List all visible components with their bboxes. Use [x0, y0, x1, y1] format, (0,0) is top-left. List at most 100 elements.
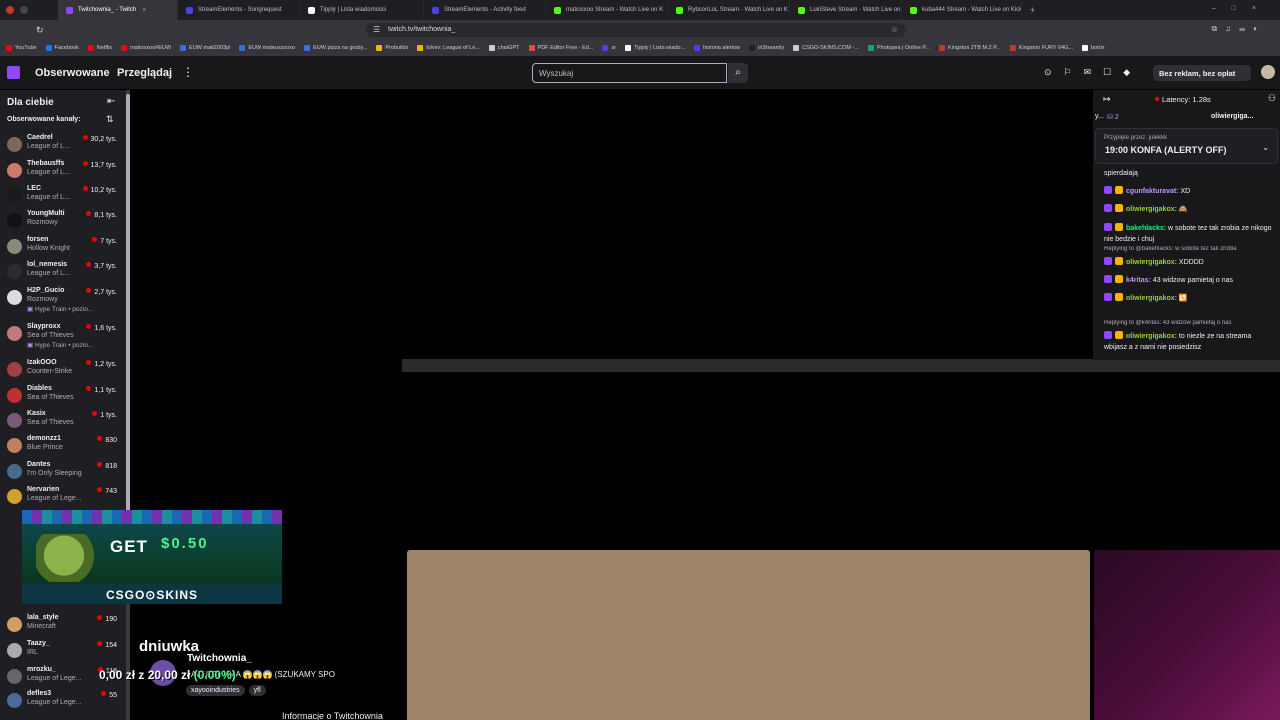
chat-username[interactable]: bakehlacks: — [1126, 225, 1166, 232]
sidebar-channel[interactable]: LEC League of L... 10,2 tys. — [0, 185, 130, 211]
bookmark-favicon-icon — [793, 45, 800, 51]
recommended-stream-thumbnail[interactable] — [407, 550, 1090, 720]
bookmark-item[interactable]: chatGPT — [488, 45, 520, 51]
chat-message[interactable]: bakehlacks: w sobote tez tak zrobia ze n… — [1104, 223, 1274, 245]
browser-tab[interactable]: RybsonLoL Stream - Watch Live on K — [668, 0, 790, 20]
browser-menu-icon[interactable] — [6, 6, 14, 14]
collapse-sidebar-icon[interactable]: ⇤ — [107, 96, 115, 107]
chevron-down-icon[interactable]: ⌄ — [1262, 143, 1269, 152]
url-field[interactable]: ☰ twitch.tv/twitchownia_ ☆ — [366, 23, 906, 37]
bookmark-item[interactable]: botrix — [1082, 45, 1104, 51]
sidebar-channel[interactable]: demonzz1 Blue Prince 830 — [0, 435, 130, 461]
bookmark-item[interactable]: historia alertow — [694, 45, 740, 51]
chat-message[interactable]: cgunfakturavat: XD — [1104, 186, 1274, 197]
bookmark-item[interactable]: CSGO-SKINS.COM -... — [793, 45, 859, 51]
sidebar-channel[interactable]: Diables Sea of Thieves 1,1 tys. — [0, 385, 130, 411]
sidebar-channel[interactable]: forsen Hollow Knight 7 tys. — [0, 236, 130, 262]
recommended-stream-thumbnail[interactable] — [1094, 550, 1280, 720]
close-tab-icon[interactable]: × — [142, 7, 146, 14]
sidebar-channel[interactable]: Caedrel League of L... 30,2 tys. — [0, 134, 130, 160]
bookmark-item[interactable]: PDF Editor Free - Ed... — [528, 45, 593, 51]
sidebar-channel[interactable]: Nervarien League of Lege... 743 — [0, 486, 130, 512]
pinned-message[interactable]: Przypięte przez: julekkk 19:00 KONFA (AL… — [1095, 128, 1278, 164]
new-tab-button[interactable]: + — [1022, 5, 1043, 15]
bookmark-item[interactable]: inStreamly — [749, 45, 784, 51]
window-controls[interactable]: –□× — [1212, 5, 1272, 12]
csgo-skins-ad[interactable]: GET $0.50 CSGO⊙SKINS — [22, 510, 282, 604]
browser-tab[interactable]: StreamElements - Songrequest — [178, 0, 300, 20]
video-seek-bar[interactable] — [402, 359, 1280, 372]
stream-tag[interactable]: xayooindustries — [186, 685, 245, 696]
chat-message[interactable]: oliwiergigakox: XDDDD — [1104, 257, 1274, 268]
extension-icons[interactable]: ⧉♫☰◐ — [1211, 24, 1266, 34]
sidebar-channel[interactable]: Thebausffs League of L... 13,7 tys. — [0, 160, 130, 186]
gift-leaderboard[interactable]: y... ⛁ 2 oliwiergiga... — [1093, 111, 1280, 125]
bookmark-item[interactable]: YouTube — [6, 45, 37, 51]
browser-tab[interactable]: Twitchownia_ - Twitch × — [58, 0, 178, 20]
bookmark-item[interactable]: Photopea | Online P... — [867, 45, 930, 51]
reply-context[interactable]: Replying to @k4ritas: 43 widzow pamietaj… — [1104, 320, 1276, 326]
reload-icon[interactable]: ↻ — [36, 25, 44, 36]
search-input[interactable]: Wyszukaj — [532, 63, 727, 83]
chat-username[interactable]: cgunfakturavat: — [1126, 188, 1179, 195]
bookmark-item[interactable]: EUW pizza na gruby... — [304, 45, 367, 51]
collapse-chat-icon[interactable]: ↦ — [1103, 94, 1111, 105]
bookmark-item[interactable]: Kingston 2TB M.2 P... — [938, 45, 1001, 51]
browser-tab[interactable]: matiosxoo Stream - Watch Live on K — [546, 0, 668, 20]
user-avatar[interactable] — [1261, 65, 1275, 79]
channel-name[interactable]: Twitchownia_ — [187, 653, 252, 664]
nav-browse[interactable]: Przeglądaj — [117, 67, 172, 79]
search-button[interactable]: ⌕ — [728, 63, 748, 83]
sidebar-channel[interactable]: YoungMulti Rozmowy 8,1 tys. — [0, 210, 130, 236]
bookmark-item[interactable]: EUW mateuszxoxo — [239, 45, 295, 51]
sort-icon[interactable]: ⇅ — [106, 114, 114, 125]
chat-username[interactable]: oliwiergigakox: — [1126, 333, 1177, 340]
stream-tag[interactable]: yfl — [248, 685, 266, 696]
chat-text: 43 widzow pamietaj o nas — [1152, 277, 1234, 284]
close-tab-icon[interactable] — [20, 6, 28, 14]
bookmark-item[interactable]: Tipply | Lista wiado... — [625, 45, 685, 51]
chat-message[interactable]: oliwiergigakox: to niezle ze na streama … — [1104, 331, 1274, 353]
sidebar-channel[interactable]: lala_style Minecraft 190 — [0, 614, 130, 640]
bookmark-item[interactable]: Kingston FURY 64G... — [1009, 45, 1073, 51]
sidebar-channel[interactable]: IzakOOO Counter-Strike 1,2 tys. — [0, 359, 130, 385]
more-icon[interactable]: ⋮ — [182, 65, 194, 79]
sidebar-channel[interactable]: lol_nemesis League of L... 3,7 tys. — [0, 261, 130, 287]
browser-tab[interactable]: Tipply | Lista wiadomości — [300, 0, 424, 20]
twitch-logo-icon[interactable] — [7, 66, 20, 79]
channel-avatar — [7, 438, 22, 453]
nav-following[interactable]: Obserwowane — [35, 67, 110, 79]
chat-username[interactable]: oliwiergigakox: — [1126, 206, 1177, 213]
browser-tab[interactable]: LukiSteve Stream - Watch Live on Kic — [790, 0, 902, 20]
bookmark-item[interactable]: lolvvv: League of Le... — [417, 45, 480, 51]
sidebar-channel[interactable]: defles3 League of Lege... 55 — [0, 690, 130, 716]
bookmark-item[interactable]: EUW mati2003pl — [180, 45, 230, 51]
browser-tab[interactable]: kuba444 Stream - Watch Live on Kick — [902, 0, 1022, 20]
bookmark-item[interactable]: matiosxoo#EUW — [121, 45, 171, 51]
sidebar-channel[interactable]: Dantes I'm Only Sleeping 818 — [0, 461, 130, 487]
bookmark-item[interactable]: Probuilds — [376, 45, 408, 51]
chat-username[interactable]: k4ritas: — [1126, 277, 1151, 284]
chat-username[interactable]: oliwiergigakox: — [1126, 295, 1177, 302]
chat-message[interactable]: spierdalają — [1104, 168, 1274, 179]
chat-username[interactable]: oliwiergigakox: — [1126, 259, 1177, 266]
reply-context[interactable]: Replying to @bakehlacks: w sobote tez ta… — [1104, 246, 1276, 252]
bookmark-star-icon[interactable]: ☆ — [891, 25, 898, 34]
chat-message[interactable]: k4ritas: 43 widzow pamietaj o nas — [1104, 275, 1274, 286]
chat-users-icon[interactable]: ⚇ — [1268, 93, 1276, 104]
no-ads-button[interactable]: Bez reklam, bez opłat — [1153, 65, 1251, 81]
bookmark-item[interactable]: Facebook — [45, 45, 79, 51]
chat-message[interactable]: oliwiergigakox: 🙈 — [1104, 204, 1274, 215]
channel-avatar — [7, 213, 22, 228]
sidebar-channel[interactable]: Kasix Sea of Thieves 1 tys. — [0, 410, 130, 436]
sidebar-channel[interactable]: Taazy_ IRL 154 — [0, 640, 130, 666]
chat-message[interactable]: oliwiergigakox: 🔁 — [1104, 293, 1274, 304]
nav-action-icons[interactable]: ⊙⚐✉☐◆ — [1044, 67, 1142, 78]
sidebar-channel[interactable]: Slayproxx Sea of Thieves 1,6 tys. ▣ Hype Tr… — [0, 323, 130, 349]
channel-info-link[interactable]: Informacje o Twitchownia_ — [282, 711, 388, 720]
bookmark-item[interactable]: sr — [602, 45, 616, 51]
sidebar-channel[interactable]: H2P_Gucio Rozmowy 2,7 tys. ▣ Hype Train • p… — [0, 287, 130, 313]
site-info-icon[interactable]: ☰ — [373, 25, 380, 34]
browser-tab[interactable]: StreamElements - Activity feed — [424, 0, 546, 20]
bookmark-item[interactable]: Netflix — [87, 45, 112, 51]
